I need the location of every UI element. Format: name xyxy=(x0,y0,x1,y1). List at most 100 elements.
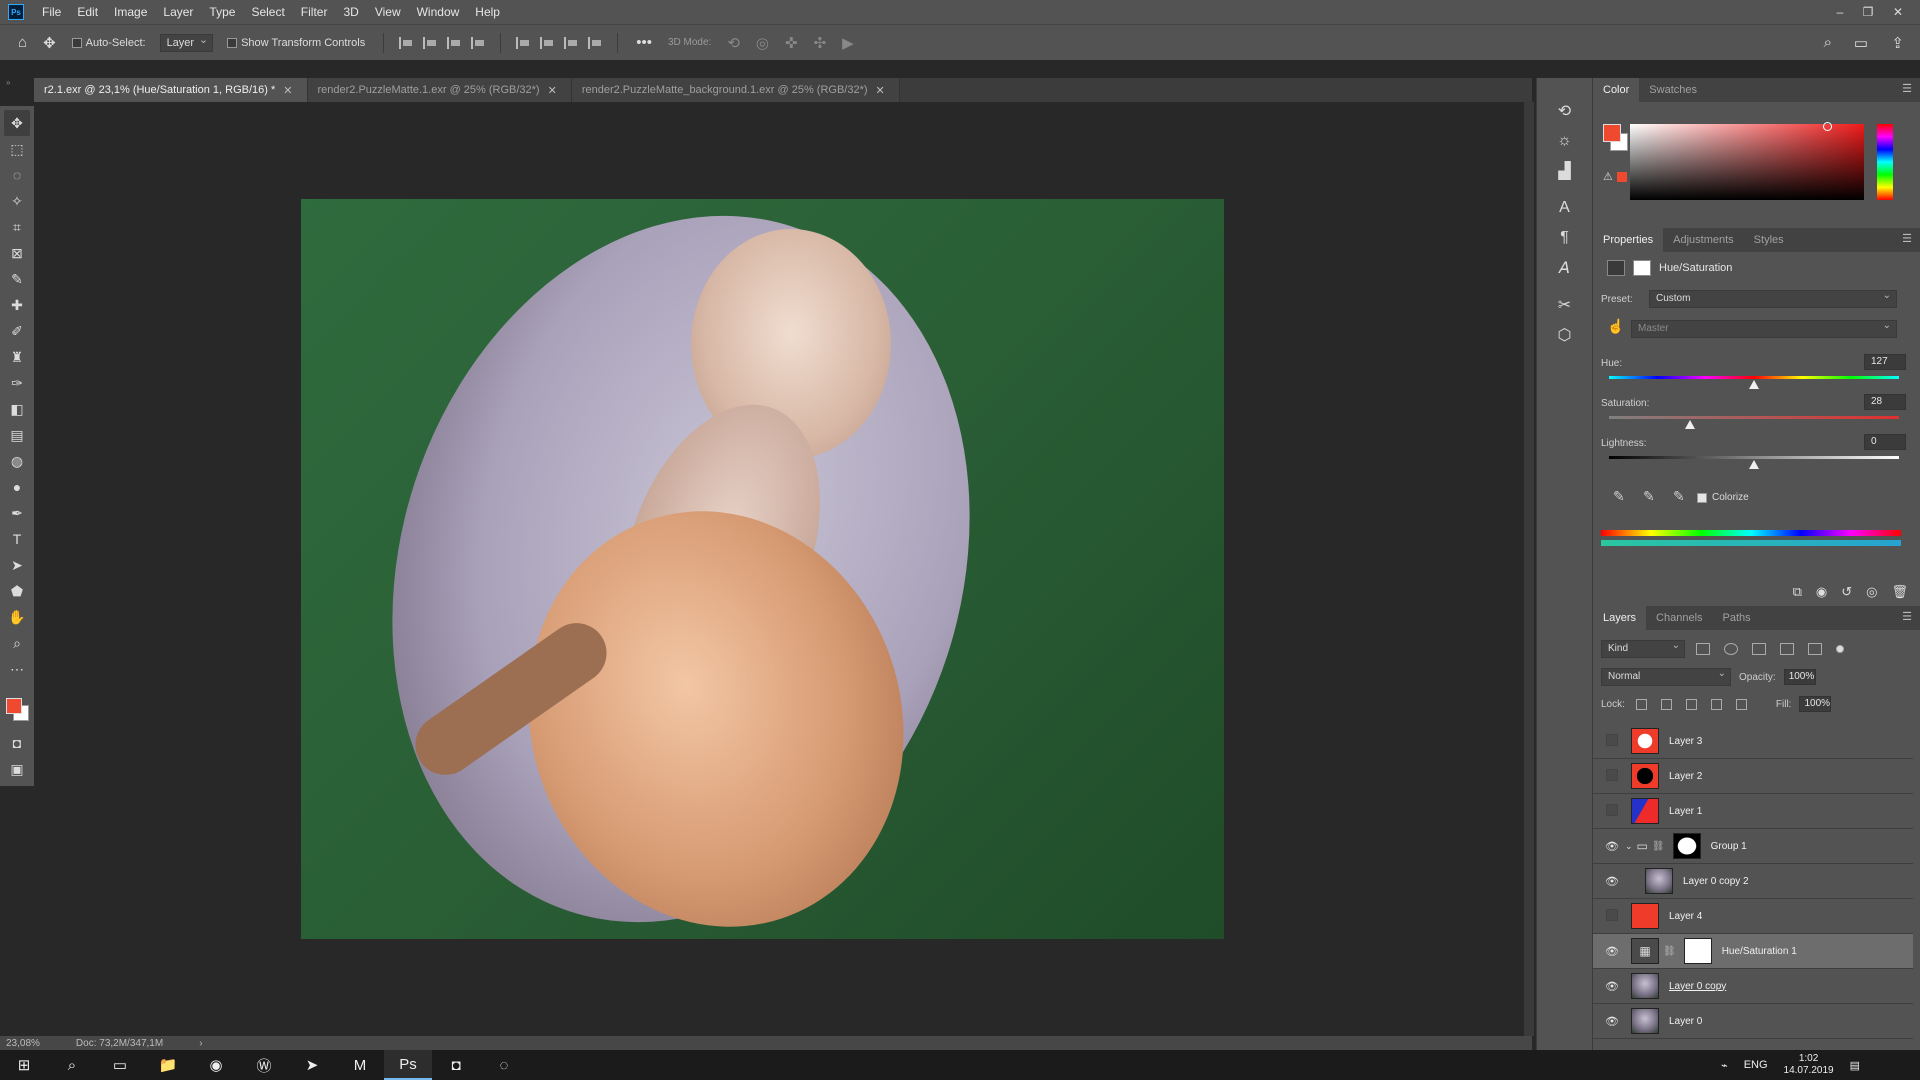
chrome-icon[interactable]: ◉ xyxy=(192,1050,240,1080)
lock-position-icon[interactable] xyxy=(1685,698,1697,710)
menu-filter[interactable]: Filter xyxy=(293,0,336,24)
restore-button[interactable]: ❐ xyxy=(1854,0,1882,24)
layer-name[interactable]: Layer 0 copy xyxy=(1669,981,1726,992)
auto-select-checkbox[interactable]: Auto-Select: xyxy=(71,37,146,49)
tab-styles[interactable]: Styles xyxy=(1744,228,1794,252)
hue-slider[interactable] xyxy=(1609,376,1899,379)
tab-color[interactable]: Color xyxy=(1593,78,1640,102)
menu-help[interactable]: Help xyxy=(467,0,508,24)
clip-to-layer-icon[interactable]: ⧉ xyxy=(1793,584,1802,600)
search-icon[interactable]: ⌕ xyxy=(48,1050,96,1080)
panel-menu-icon[interactable]: ☰ xyxy=(1902,232,1912,245)
show-transform-box[interactable] xyxy=(227,37,238,48)
marquee-tool-icon[interactable]: ⬚ xyxy=(4,136,30,162)
layer-thumbnail[interactable] xyxy=(1631,1008,1659,1034)
lock-image-icon[interactable] xyxy=(1660,698,1672,710)
visibility-eye-icon[interactable]: 👁 xyxy=(1601,945,1623,958)
healing-brush-tool-icon[interactable]: ✚ xyxy=(4,292,30,318)
more-options-button[interactable]: ••• xyxy=(636,34,652,51)
layer-name[interactable]: Layer 0 xyxy=(1669,1016,1702,1027)
type-filter-icon[interactable] xyxy=(1752,643,1766,655)
link-icon[interactable]: ⛓ xyxy=(1663,946,1676,957)
menu-3d[interactable]: 3D xyxy=(335,0,366,24)
layer-name[interactable]: Layer 0 copy 2 xyxy=(1683,876,1749,887)
menu-view[interactable]: View xyxy=(367,0,409,24)
app-icon[interactable]: ◘ xyxy=(432,1050,480,1080)
tab-document-3[interactable]: render2.PuzzleMatte_background.1.exr @ 2… xyxy=(571,78,900,102)
layer-row[interactable]: 👁 Layer 0 xyxy=(1593,1004,1913,1039)
network-icon[interactable]: ⌁ xyxy=(1721,1059,1728,1072)
layer-name[interactable]: Layer 4 xyxy=(1669,911,1702,922)
menu-layer[interactable]: Layer xyxy=(155,0,201,24)
3d-slide-icon[interactable]: ✣ xyxy=(814,34,827,52)
visibility-eye-icon[interactable]: 👁 xyxy=(1601,840,1623,853)
blur-tool-icon[interactable]: ◍ xyxy=(4,448,30,474)
menu-edit[interactable]: Edit xyxy=(69,0,106,24)
tab-paths[interactable]: Paths xyxy=(1713,606,1761,630)
distribute-vertical-icon[interactable] xyxy=(588,36,602,49)
layer-mask-icon[interactable] xyxy=(1633,260,1651,276)
trash-icon[interactable]: 🗑 xyxy=(1891,584,1908,600)
layer-row[interactable]: Layer 3 xyxy=(1593,724,1913,759)
show-transform-checkbox[interactable]: Show Transform Controls xyxy=(227,37,365,49)
status-arrow-icon[interactable]: › xyxy=(199,1038,202,1049)
blend-mode-dropdown[interactable]: Normal xyxy=(1601,666,1731,686)
magic-wand-tool-icon[interactable]: ✧ xyxy=(4,188,30,214)
3d-scale-icon[interactable]: ▶ xyxy=(842,34,854,52)
hue-value-field[interactable]: 127 xyxy=(1864,354,1906,370)
layer-thumbnail[interactable] xyxy=(1631,763,1659,789)
tab-channels[interactable]: Channels xyxy=(1646,606,1712,630)
screen-mode-icon[interactable]: ▣ xyxy=(4,756,30,782)
history-brush-tool-icon[interactable]: ✑ xyxy=(4,370,30,396)
filter-toggle-icon[interactable] xyxy=(1836,645,1844,653)
task-view-icon[interactable]: ▭ xyxy=(96,1050,144,1080)
color-panel-foreground-swatch[interactable] xyxy=(1603,124,1621,142)
visibility-eye-icon[interactable] xyxy=(1601,909,1623,924)
clone-stamp-tool-icon[interactable]: ♜ xyxy=(4,344,30,370)
lock-all-icon[interactable] xyxy=(1735,698,1747,710)
collapse-panel-icon[interactable]: » xyxy=(0,78,34,88)
menu-window[interactable]: Window xyxy=(409,0,468,24)
color-picker-marker[interactable] xyxy=(1823,122,1832,131)
shape-tool-icon[interactable]: ⬟ xyxy=(4,578,30,604)
layer-row[interactable]: 👁 ⌄ ▭ ⛓ Group 1 xyxy=(1593,829,1913,864)
minimize-button[interactable]: – xyxy=(1826,0,1854,24)
pen-tool-icon[interactable]: ✒ xyxy=(4,500,30,526)
visibility-eye-icon[interactable]: 👁 xyxy=(1601,875,1623,888)
tab-swatches[interactable]: Swatches xyxy=(1639,78,1707,102)
align-middle-icon[interactable] xyxy=(540,36,554,49)
auto-select-box[interactable] xyxy=(71,37,82,48)
eraser-tool-icon[interactable]: ◧ xyxy=(4,396,30,422)
workspace-icon[interactable]: ▭ xyxy=(1854,34,1868,52)
lightness-value-field[interactable]: 0 xyxy=(1864,434,1906,450)
kind-filter-dropdown[interactable]: Kind xyxy=(1601,638,1685,658)
dodge-tool-icon[interactable]: ● xyxy=(4,474,30,500)
view-previous-icon[interactable]: ◉ xyxy=(1816,584,1827,600)
character-icon[interactable]: A xyxy=(1550,194,1580,222)
app-circle-icon[interactable]: ◌ xyxy=(480,1050,528,1080)
visibility-eye-icon[interactable] xyxy=(1601,769,1623,784)
opacity-field[interactable]: 100% xyxy=(1783,669,1816,685)
app-w-icon[interactable]: Ⓦ xyxy=(240,1050,288,1080)
close-tab-icon[interactable]: ✕ xyxy=(876,84,885,97)
layer-thumbnail[interactable] xyxy=(1631,728,1659,754)
visibility-eye-icon[interactable]: 👁 xyxy=(1601,980,1623,993)
3d-roll-icon[interactable]: ◎ xyxy=(756,34,769,52)
type-tool-icon[interactable]: T xyxy=(4,526,30,552)
maya-icon[interactable]: M xyxy=(336,1050,384,1080)
windows-start-icon[interactable]: ⊞ xyxy=(0,1050,48,1080)
menu-select[interactable]: Select xyxy=(243,0,292,24)
hue-spectrum-slider[interactable] xyxy=(1877,124,1893,200)
color-picker-field[interactable] xyxy=(1630,124,1864,200)
panel-menu-icon[interactable]: ☰ xyxy=(1902,610,1912,623)
tab-layers[interactable]: Layers xyxy=(1593,606,1647,630)
tool-presets-icon[interactable]: ✂ xyxy=(1550,291,1580,319)
brightness-icon[interactable]: ☼ xyxy=(1550,127,1580,155)
shape-filter-icon[interactable] xyxy=(1780,643,1794,655)
layer-row[interactable]: 👁 ▦ ⛓ Hue/Saturation 1 xyxy=(1593,934,1913,969)
layer-thumbnail[interactable] xyxy=(1631,973,1659,999)
tab-adjustments[interactable]: Adjustments xyxy=(1663,228,1744,252)
zoom-level[interactable]: 23,08% xyxy=(6,1038,40,1049)
search-icon[interactable]: ⌕ xyxy=(1824,34,1832,51)
auto-select-target-dropdown[interactable]: Layer xyxy=(159,32,214,52)
